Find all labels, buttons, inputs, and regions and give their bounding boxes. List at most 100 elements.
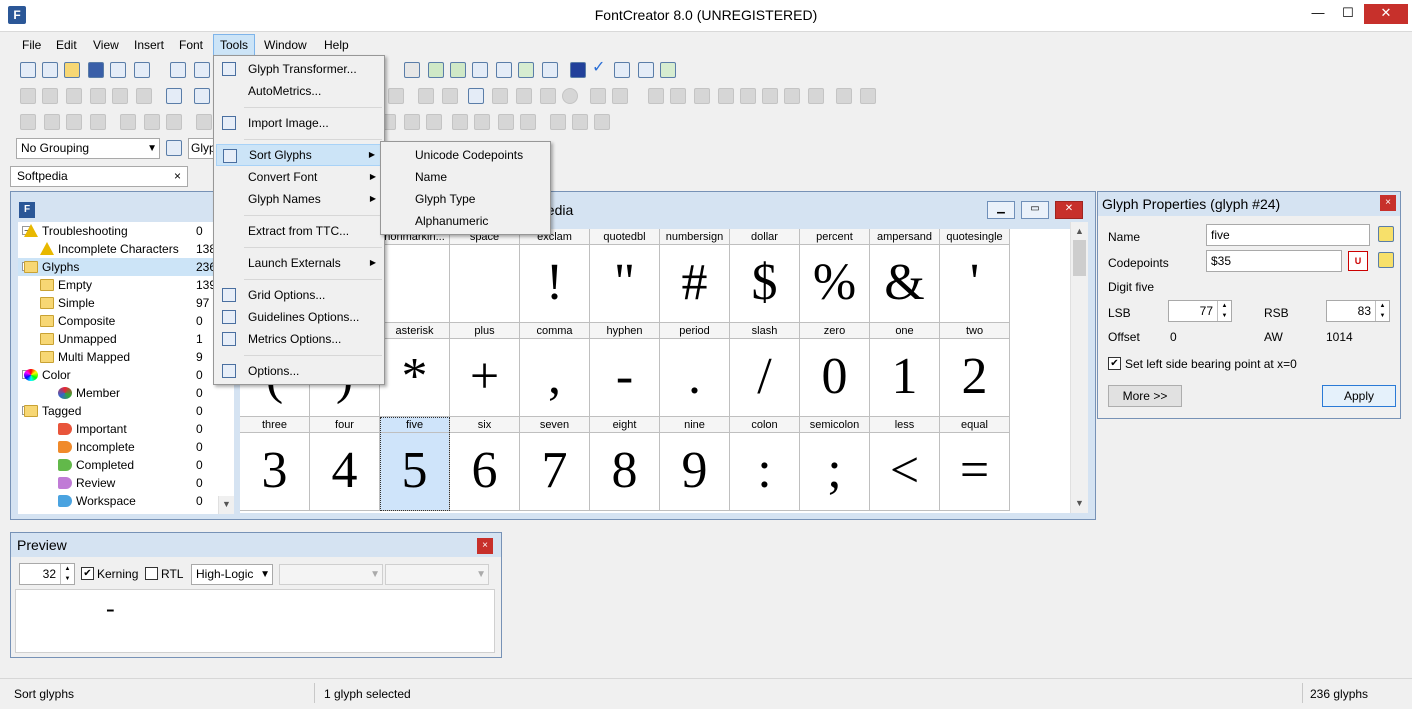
layout-engine-select[interactable]: High-Logic ▼	[191, 564, 273, 585]
menu-item-import-image[interactable]: Import Image...	[216, 112, 382, 134]
print-icon[interactable]	[170, 62, 186, 78]
menu-help[interactable]: Help	[318, 34, 355, 56]
more-button[interactable]: More >>	[1108, 385, 1182, 407]
menu-tools[interactable]: Tools	[213, 34, 256, 56]
tab-softpedia[interactable]: Softpedia ×	[10, 166, 188, 187]
spinner-arrows-icon[interactable]: ▲ ▼	[60, 564, 74, 584]
mdi-restore-button[interactable]: ▭	[1021, 201, 1049, 219]
tree-item-important[interactable]: Important 0	[18, 420, 234, 438]
add-glyphs-icon[interactable]	[450, 62, 466, 78]
add-text-icon[interactable]	[660, 62, 676, 78]
rectangle-icon[interactable]	[540, 88, 556, 104]
glyph-cell[interactable]: less <	[870, 417, 940, 511]
tree-item-review[interactable]: Review 0	[18, 474, 234, 492]
menu-item-convert-font[interactable]: Convert Font ▶	[216, 166, 382, 188]
triangle-icon[interactable]	[418, 88, 434, 104]
validate-icon[interactable]	[496, 62, 512, 78]
sort-by-unicode-codepoints[interactable]: Unicode Codepoints	[383, 144, 548, 166]
tree-item-member[interactable]: Member 0	[18, 384, 234, 402]
menu-item-extract-from-ttc[interactable]: Extract from TTC...	[216, 220, 382, 242]
glyph-cell[interactable]: exclam!	[520, 229, 590, 323]
save-icon[interactable]	[88, 62, 104, 78]
edit-image-icon[interactable]	[492, 88, 508, 104]
skew-icon[interactable]	[498, 114, 514, 130]
menu-item-sort-glyphs[interactable]: Sort Glyphs ▶	[216, 144, 382, 166]
lsb-spinner[interactable]: 77 ▲ ▼	[1168, 300, 1232, 322]
spinner-arrows-icon[interactable]: ▲ ▼	[1217, 301, 1231, 321]
glyph-cell[interactable]: space	[450, 229, 520, 323]
fill-icon[interactable]	[808, 88, 824, 104]
tree-item-composite[interactable]: Composite 0	[18, 312, 234, 330]
ellipse-icon[interactable]	[562, 88, 578, 104]
transform-icon[interactable]	[516, 88, 532, 104]
export-icon[interactable]	[134, 62, 150, 78]
hand-icon[interactable]	[66, 88, 82, 104]
left-bearing-checkbox[interactable]: ✔	[1108, 357, 1121, 370]
chevron-up-icon[interactable]: ▲	[1071, 226, 1088, 236]
glyph-cell[interactable]: three 3	[240, 417, 310, 511]
menu-file[interactable]: File	[16, 34, 47, 56]
tree-item-workspace[interactable]: Workspace 0	[18, 492, 234, 510]
glyph-cell[interactable]: one 1	[870, 323, 940, 417]
lasso-icon[interactable]	[42, 88, 58, 104]
open-icon[interactable]	[64, 62, 80, 78]
tree-item-incomplete[interactable]: Incomplete 0	[18, 438, 234, 456]
tree-item-glyphs[interactable]: −Glyphs236	[18, 258, 234, 276]
align-left-icon[interactable]	[120, 114, 136, 130]
import-image-icon[interactable]	[468, 88, 484, 104]
sort-by-alphanumeric[interactable]: Alphanumeric	[383, 210, 548, 232]
tree-item-unmapped[interactable]: Unmapped 1	[18, 330, 234, 348]
glyph-cell[interactable]: seven 7	[520, 417, 590, 511]
glyph-cell[interactable]: nonmarkin...	[380, 229, 450, 323]
spell-check-icon[interactable]	[472, 62, 488, 78]
intersect-icon[interactable]	[572, 114, 588, 130]
menu-item-launch-externals[interactable]: Launch Externals ▶	[216, 252, 382, 274]
glyph-cell[interactable]: hyphen -	[590, 323, 660, 417]
unicode-icon[interactable]: U	[1348, 251, 1368, 271]
kerning-checkbox[interactable]: ✔	[81, 567, 94, 580]
new-from-template-icon[interactable]	[42, 62, 58, 78]
menu-edit[interactable]: Edit	[50, 34, 83, 56]
glyph-cell[interactable]: four 4	[310, 417, 380, 511]
checklist-icon[interactable]	[518, 62, 534, 78]
glyph-cell[interactable]: five 5	[380, 417, 450, 511]
circle-tool-icon[interactable]	[404, 62, 420, 78]
glyph-cell[interactable]: percent%	[800, 229, 870, 323]
menu-window[interactable]: Window	[258, 34, 313, 56]
menu-item-options[interactable]: Options...	[216, 360, 382, 382]
tree-item-simple[interactable]: Simple 97	[18, 294, 234, 312]
name-input[interactable]: five	[1206, 224, 1370, 246]
name-action-icon[interactable]	[1378, 226, 1394, 242]
grouping-select[interactable]: No Grouping ▼	[16, 138, 160, 159]
menu-item-metrics-options[interactable]: Metrics Options...	[216, 328, 382, 350]
glyph-cell[interactable]: period.	[660, 323, 730, 417]
tab-close-icon[interactable]: ×	[174, 167, 181, 186]
menu-view[interactable]: View	[87, 34, 125, 56]
eraser-icon[interactable]	[136, 88, 152, 104]
duplicate-contour-icon[interactable]	[66, 114, 82, 130]
menu-font[interactable]: Font	[173, 34, 209, 56]
binoculars-icon[interactable]	[194, 62, 210, 78]
glyph-cell[interactable]: semicolon;	[800, 417, 870, 511]
reset-icon[interactable]	[426, 114, 442, 130]
grid-scrollbar[interactable]: ▲ ▼	[1070, 222, 1088, 513]
align-middle-icon[interactable]	[144, 114, 160, 130]
background-image-icon[interactable]	[166, 88, 182, 104]
tree-scroll-down[interactable]: ▼	[218, 496, 234, 514]
next-glyph-icon[interactable]	[612, 88, 628, 104]
glyph-cell[interactable]: ampersand &	[870, 229, 940, 323]
glyph-cell[interactable]: eight 8	[590, 417, 660, 511]
flip-vertical-icon[interactable]	[474, 114, 490, 130]
menu-item-glyph-names[interactable]: Glyph Names ▶	[216, 188, 382, 210]
properties-close-icon[interactable]: ×	[1380, 195, 1396, 211]
anchor-icon[interactable]	[784, 88, 800, 104]
script-select[interactable]: ▼	[279, 564, 383, 585]
connect-icon[interactable]	[860, 88, 876, 104]
glyph-cell[interactable]: dollar $	[730, 229, 800, 323]
distribute-vertical-icon[interactable]	[718, 88, 734, 104]
properties-icon[interactable]	[570, 62, 586, 78]
mdi-minimize-button[interactable]: ▁	[987, 201, 1015, 219]
new-icon[interactable]	[20, 62, 36, 78]
menu-insert[interactable]: Insert	[128, 34, 170, 56]
mdi-close-button[interactable]: ✕	[1055, 201, 1083, 219]
